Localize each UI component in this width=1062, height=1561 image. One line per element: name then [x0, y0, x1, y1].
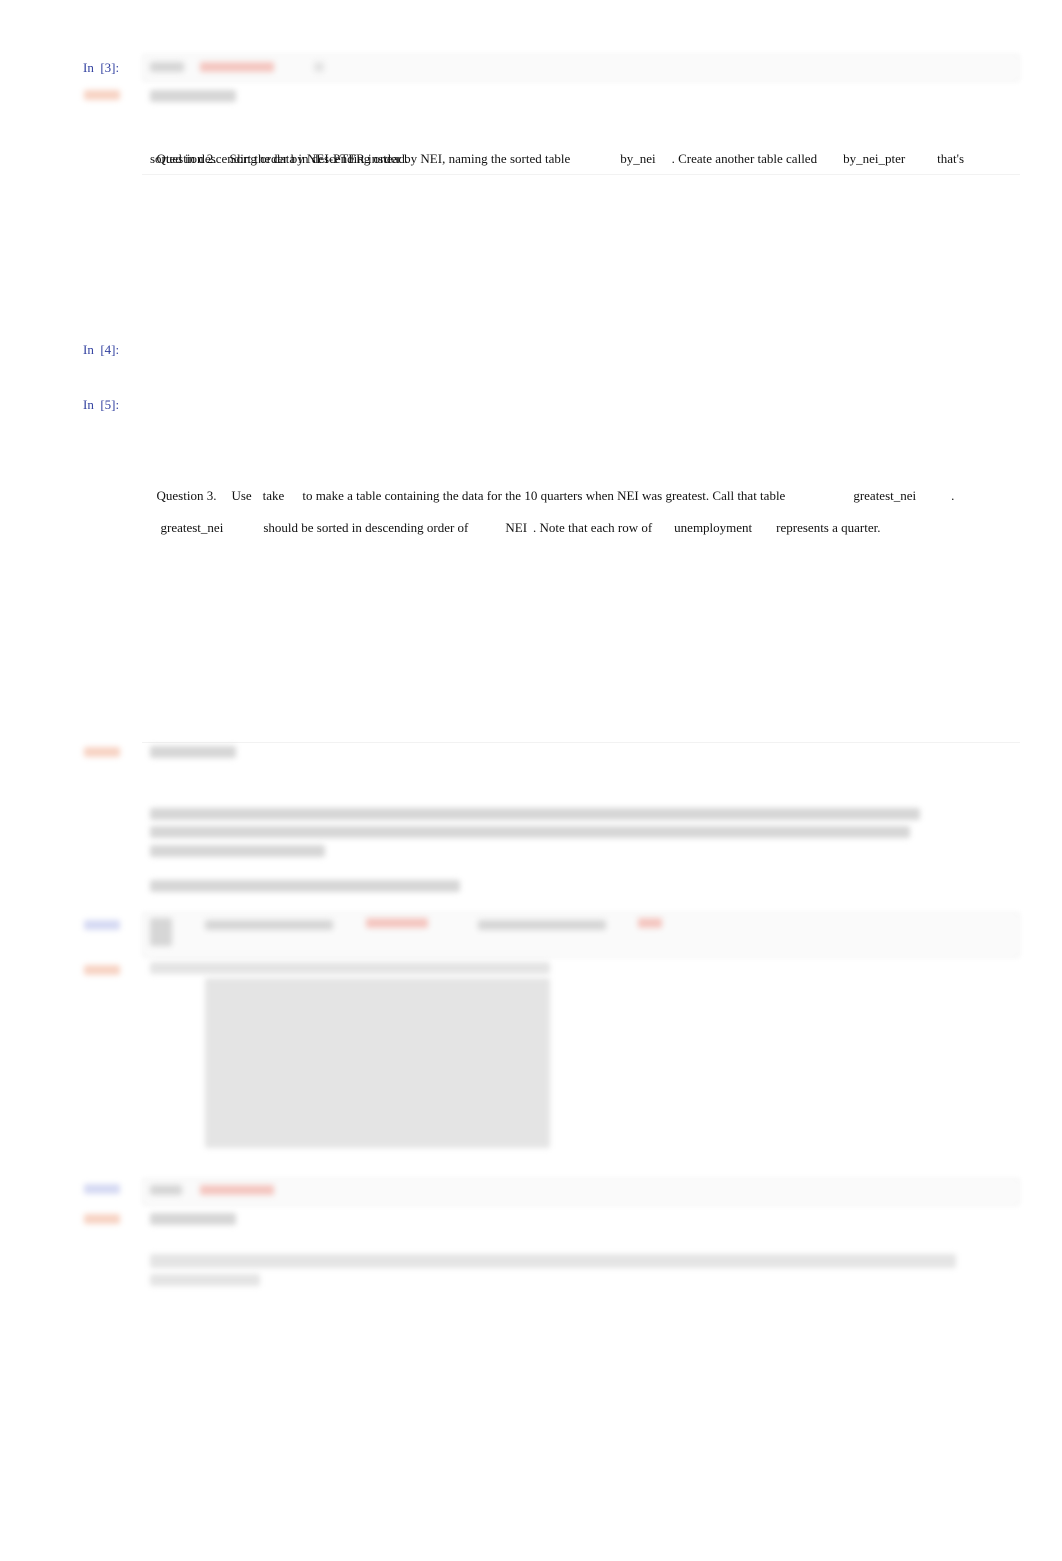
obscured-code-cell[interactable]: [142, 912, 1020, 958]
code-by-nei-pter: by_nei_pter: [843, 151, 906, 166]
cell-divider: [142, 742, 1020, 743]
obscured-code: [200, 62, 274, 72]
obscured-code: [150, 1185, 182, 1195]
question-2-line-2: sorted in descending order by NEI-PTER i…: [150, 151, 409, 166]
obscured-output: [150, 962, 550, 974]
obscured-text: [150, 845, 325, 857]
cell-divider: [142, 174, 1020, 175]
obscured-output-prompt: [84, 747, 120, 757]
q3-text-b: should be sorted in descending order of: [263, 520, 469, 535]
q3-text-d: . Note that each row of: [533, 520, 653, 535]
obscured-code: [366, 918, 428, 928]
obscured-code: [205, 920, 333, 930]
obscured-output-prompt: [84, 1214, 120, 1224]
obscured-code: [478, 920, 606, 930]
obscured-text: [150, 826, 910, 838]
obscured-text: [150, 1274, 260, 1286]
obscured-code: [200, 1185, 274, 1195]
obscured-code: [314, 62, 324, 72]
obscured-output: [150, 746, 236, 758]
code-greatest-nei: greatest_nei: [160, 520, 224, 535]
code-nei: NEI: [505, 520, 528, 535]
obscured-code: [638, 918, 662, 928]
obscured-output: [150, 1213, 236, 1225]
cell-prompt-in-5: In [5]:: [83, 397, 120, 412]
obscured-output-prompt: [84, 965, 120, 975]
code-unemployment: unemployment: [674, 520, 753, 535]
obscured-output: [150, 90, 236, 102]
obscured-text: [150, 1254, 956, 1268]
q2-text-c: . Create another table called: [671, 151, 818, 166]
q2-text-e: that's: [937, 151, 965, 166]
code-by-nei: by_nei: [620, 151, 656, 166]
question-3-line-2: greatest_nei should be sorted in descendi…: [154, 501, 881, 537]
cell-prompt-in-4: In [4]:: [83, 342, 120, 357]
obscured-output-prompt: [84, 90, 120, 100]
question-3-line-1: Question 3. Use take to make a table contai…: [150, 469, 955, 505]
obscured-text: [150, 808, 920, 820]
cell-prompt-in-3: In [3]:: [83, 60, 120, 75]
q3-period: .: [951, 488, 955, 503]
obscured-code: [150, 62, 184, 72]
obscured-input-prompt: [84, 1184, 120, 1194]
obscured-input-prompt: [84, 920, 120, 930]
obscured-code: [150, 918, 172, 946]
obscured-text: [150, 880, 460, 892]
obscured-table: [205, 978, 550, 1148]
q3-text-f: represents a quarter.: [776, 520, 881, 535]
